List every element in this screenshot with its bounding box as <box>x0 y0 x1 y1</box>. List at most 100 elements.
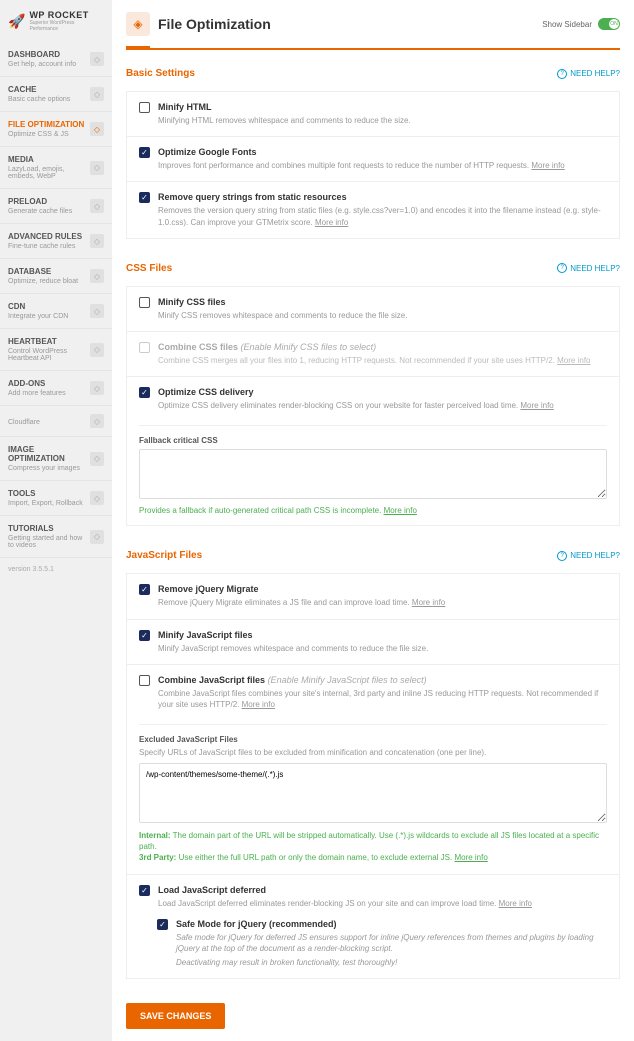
basic-title: Basic Settings <box>126 68 195 79</box>
css-title: CSS Files <box>126 263 172 274</box>
help-icon: ? <box>557 69 567 79</box>
query-strings-checkbox[interactable] <box>139 192 150 203</box>
sidebar-item-heartbeat[interactable]: HEARTBEATControl WordPress Heartbeat API… <box>0 329 112 371</box>
nav-title: CDN <box>8 302 68 311</box>
nav-icon: ◇ <box>90 343 104 357</box>
optimize-css-delivery-checkbox[interactable] <box>139 387 150 398</box>
more-info-link[interactable]: More info <box>315 218 348 227</box>
combine-js-desc: Combine JavaScript files combines your s… <box>158 688 607 710</box>
more-info-link[interactable]: More info <box>454 853 487 862</box>
more-info-link[interactable]: More info <box>384 506 417 515</box>
nav-title: FILE OPTIMIZATION <box>8 120 84 129</box>
help-icon: ? <box>557 263 567 273</box>
version-text: version 3.5.5.1 <box>0 558 112 581</box>
nav-desc: Integrate your CDN <box>8 313 68 320</box>
nav-icon: ◇ <box>90 414 104 428</box>
combine-js-label: Combine JavaScript files (Enable Minify … <box>158 675 607 685</box>
nav-desc: Add more features <box>8 390 66 397</box>
excluded-js-label: Excluded JavaScript Files <box>139 735 607 744</box>
minify-html-desc: Minifying HTML removes whitespace and co… <box>158 115 607 126</box>
sidebar-item-database[interactable]: DATABASEOptimize, reduce bloat◇ <box>0 259 112 294</box>
nav-desc: Optimize, reduce bloat <box>8 278 78 285</box>
combine-css-label: Combine CSS files (Enable Minify CSS fil… <box>158 342 607 352</box>
google-fonts-label: Optimize Google Fonts <box>158 147 607 157</box>
excluded-js-internal-note: Internal: The domain part of the URL wil… <box>139 830 607 864</box>
nav-desc: Generate cache files <box>8 208 72 215</box>
sidebar-item-image-optimization[interactable]: IMAGE OPTIMIZATIONCompress your images◇ <box>0 437 112 481</box>
sidebar-item-add-ons[interactable]: ADD-ONS Add more features ◇ <box>0 371 112 406</box>
more-info-link[interactable]: More info <box>531 161 564 170</box>
nav-icon: ◇ <box>90 381 104 395</box>
safe-mode-jquery-desc2: Deactivating may result in broken functi… <box>176 957 607 968</box>
nav-desc: Import, Export, Rollback <box>8 500 83 507</box>
more-info-link[interactable]: More info <box>412 598 445 607</box>
more-info-link[interactable]: More info <box>242 700 275 709</box>
nav-desc: Compress your images <box>8 465 90 472</box>
minify-html-checkbox[interactable] <box>139 102 150 113</box>
logo: 🚀 WP ROCKET Superior WordPress Performan… <box>0 0 112 42</box>
google-fonts-checkbox[interactable] <box>139 147 150 158</box>
minify-html-label: Minify HTML <box>158 102 607 112</box>
excluded-js-desc: Specify URLs of JavaScript files to be e… <box>139 748 607 757</box>
nav-icon: ◇ <box>90 122 104 136</box>
nav-icon: ◇ <box>90 269 104 283</box>
excluded-js-textarea[interactable] <box>139 763 607 823</box>
defer-js-desc: Load JavaScript deferred eliminates rend… <box>158 898 607 909</box>
show-sidebar-toggle[interactable]: ON <box>598 18 620 30</box>
page-title: File Optimization <box>158 16 271 32</box>
need-help-link[interactable]: ?NEED HELP? <box>557 551 620 561</box>
nav-title: MEDIA <box>8 155 90 164</box>
nav-icon: ◇ <box>90 530 104 544</box>
minify-css-label: Minify CSS files <box>158 297 607 307</box>
sidebar-item-tutorials[interactable]: TUTORIALSGetting started and how to vide… <box>0 516 112 558</box>
sidebar-item-media[interactable]: MEDIALazyLoad, emojis, embeds, WebP◇ <box>0 147 112 189</box>
nav-icon: ◇ <box>90 161 104 175</box>
combine-css-checkbox <box>139 342 150 353</box>
need-help-link[interactable]: ?NEED HELP? <box>557 69 620 79</box>
toggle-knob: ON <box>609 19 619 29</box>
logo-icon: 🚀 <box>8 13 25 30</box>
page-icon: ◈ <box>126 12 150 36</box>
nav-title: PRELOAD <box>8 197 72 206</box>
fallback-css-label: Fallback critical CSS <box>139 436 607 445</box>
more-info-link[interactable]: More info <box>557 356 590 365</box>
more-info-link[interactable]: More info <box>520 401 553 410</box>
remove-jquery-migrate-desc: Remove jQuery Migrate eliminates a JS fi… <box>158 597 607 608</box>
nav-title: TOOLS <box>8 489 83 498</box>
query-strings-label: Remove query strings from static resourc… <box>158 192 607 202</box>
sidebar-item-preload[interactable]: PRELOADGenerate cache files◇ <box>0 189 112 224</box>
show-sidebar-label: Show Sidebar <box>542 20 592 29</box>
nav-icon: ◇ <box>90 52 104 66</box>
sidebar-item-cache[interactable]: CACHEBasic cache options◇ <box>0 77 112 112</box>
fallback-css-textarea[interactable] <box>139 449 607 499</box>
nav-desc: Get help, account info <box>8 61 76 68</box>
nav-desc: Basic cache options <box>8 96 70 103</box>
minify-js-checkbox[interactable] <box>139 630 150 641</box>
sidebar-item-cloudflare[interactable]: Cloudflare◇ <box>0 406 112 437</box>
sidebar-item-file-optimization[interactable]: FILE OPTIMIZATION Optimize CSS & JS ◇ <box>0 112 112 147</box>
need-help-link[interactable]: ?NEED HELP? <box>557 263 620 273</box>
fallback-css-note: Provides a fallback if auto-generated cr… <box>139 506 607 515</box>
nav-desc: Control WordPress Heartbeat API <box>8 348 90 362</box>
save-button[interactable]: SAVE CHANGES <box>126 1003 225 1029</box>
more-info-link[interactable]: More info <box>499 899 532 908</box>
nav-title: ADD-ONS <box>8 379 66 388</box>
sidebar-item-dashboard[interactable]: DASHBOARDGet help, account info◇ <box>0 42 112 77</box>
safe-mode-jquery-checkbox[interactable] <box>157 919 168 930</box>
minify-js-desc: Minify JavaScript removes whitespace and… <box>158 643 607 654</box>
nav-title: ADVANCED RULES <box>8 232 82 241</box>
nav-desc: Optimize CSS & JS <box>8 131 84 138</box>
remove-jquery-migrate-checkbox[interactable] <box>139 584 150 595</box>
sidebar-item-tools[interactable]: TOOLSImport, Export, Rollback◇ <box>0 481 112 516</box>
combine-js-checkbox[interactable] <box>139 675 150 686</box>
remove-jquery-migrate-label: Remove jQuery Migrate <box>158 584 607 594</box>
minify-css-checkbox[interactable] <box>139 297 150 308</box>
help-icon: ? <box>557 551 567 561</box>
nav-desc: Fine-tune cache rules <box>8 243 82 250</box>
sidebar-item-cdn[interactable]: CDNIntegrate your CDN◇ <box>0 294 112 329</box>
safe-mode-jquery-label: Safe Mode for jQuery (recommended) <box>176 919 607 929</box>
nav-title: CACHE <box>8 85 70 94</box>
sidebar-item-advanced-rules[interactable]: ADVANCED RULESFine-tune cache rules◇ <box>0 224 112 259</box>
defer-js-checkbox[interactable] <box>139 885 150 896</box>
minify-js-label: Minify JavaScript files <box>158 630 607 640</box>
